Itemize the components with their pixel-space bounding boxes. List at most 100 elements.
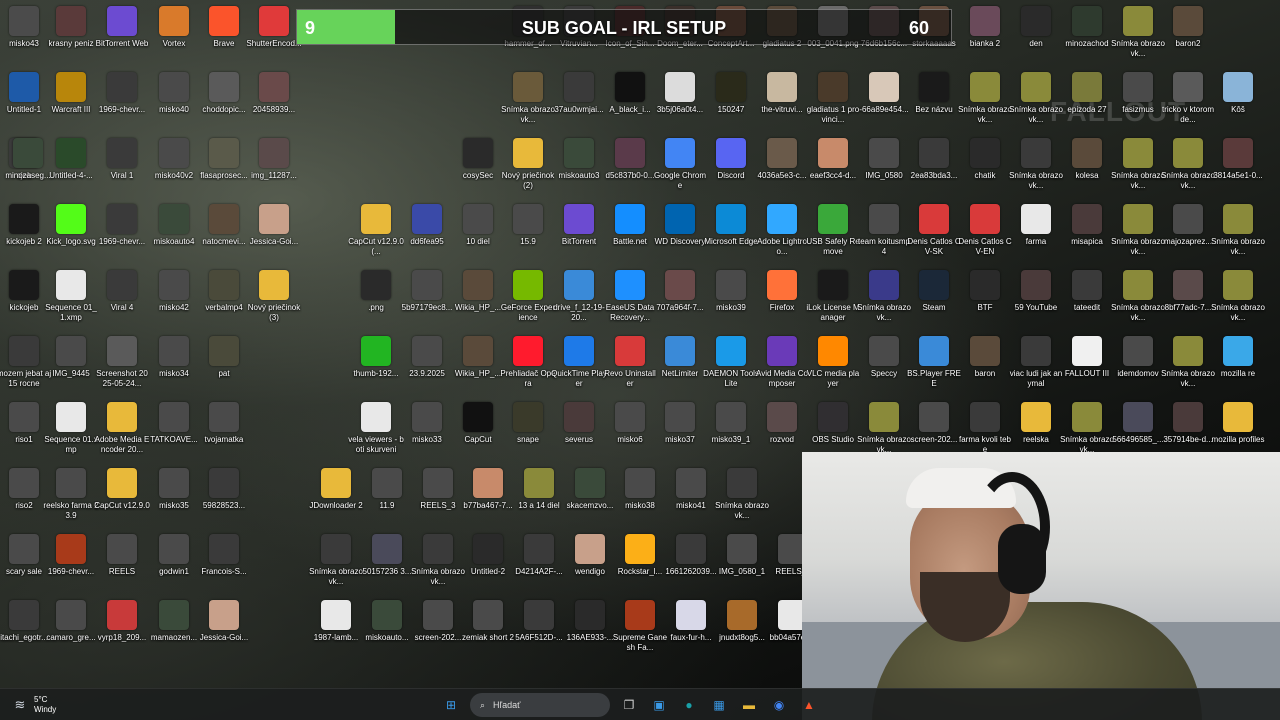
desktop-icon[interactable]: Snímka obrazovk... [856,270,912,323]
desktop-icon[interactable]: epizoda 27 [1059,72,1115,115]
desktop-icon[interactable]: minozaseg... [0,138,56,181]
desktop-icon[interactable]: snape [500,402,556,445]
desktop-icon[interactable]: .png [348,270,404,313]
desktop-icon[interactable]: 59 YouTube [1008,270,1064,313]
desktop-icon[interactable]: 1969-chevr... [43,534,99,577]
desktop-icon[interactable]: 10 diel [450,204,506,247]
desktop-icon[interactable]: Discord [703,138,759,181]
photos-icon[interactable]: ▦ [708,694,730,716]
desktop-icon[interactable]: chatik [957,138,1013,181]
desktop-icon[interactable]: Kick_logo.svg [43,204,99,247]
desktop-icon[interactable]: skacemzvo... [562,468,618,511]
desktop-icon[interactable]: vyrp18_209... [94,600,150,643]
desktop-icon[interactable]: img_11287... [246,138,302,181]
desktop-icon[interactable]: tvojamatka [196,402,252,445]
desktop-icon[interactable]: WD Discovery [652,204,708,247]
desktop-icon[interactable]: Denis Catlos CV-SK [906,204,962,257]
desktop-icon[interactable]: misko35 [146,468,202,511]
desktop-icon[interactable]: Snímka obrazovk... [308,534,364,587]
desktop-icon[interactable]: Nový priečinok (3) [246,270,302,323]
desktop-icon[interactable]: 357914be-d... [1160,402,1216,445]
desktop-icon[interactable]: zemiak short 2 [460,600,516,643]
desktop-icon[interactable]: REELS_3 [410,468,466,511]
desktop-icon[interactable]: flasaprosec... [196,138,252,181]
desktop-icon[interactable]: Snímka obrazovk... [1059,402,1115,455]
desktop-icon[interactable]: viac ludi jak anymal [1008,336,1064,389]
desktop-icon[interactable]: 1661262039... [663,534,719,577]
desktop-icon[interactable]: cosySec [450,138,506,181]
desktop-icon[interactable]: 1969-chevr... [94,72,150,115]
desktop-icon[interactable]: 150247 [703,72,759,115]
desktop-icon[interactable]: godwin1 [146,534,202,577]
desktop-icon[interactable]: b77ba467-7... [460,468,516,511]
desktop-icon[interactable]: Snímka obrazovk... [856,402,912,455]
desktop-icon[interactable]: gladiatus 1 provinci... [805,72,861,125]
desktop-icon[interactable]: screen-202... [906,402,962,445]
desktop-icon[interactable]: miskoauto... [359,600,415,643]
desktop-icon[interactable]: misko38 [612,468,668,511]
desktop-icon[interactable]: Brave [196,6,252,49]
desktop-icon[interactable]: thumb-192... [348,336,404,379]
desktop-icon[interactable]: 20458939... [246,72,302,115]
desktop-icon[interactable]: camaro_gre... [43,600,99,643]
desktop-icon[interactable]: pat [196,336,252,379]
desktop-icon[interactable]: NetLimiter [652,336,708,379]
desktop-icon[interactable]: baron [957,336,1013,379]
desktop-icon[interactable]: Sequence 01.xmp [43,402,99,455]
desktop-icon[interactable]: miskoauto4 [146,204,202,247]
desktop-icon[interactable]: Avid Media Composer [754,336,810,389]
search-box[interactable]: ⌕ Hľadať [470,693,610,717]
desktop-icon[interactable]: Denis Catlos CV-EN [957,204,1013,257]
desktop-icon[interactable]: Firefox [754,270,810,313]
desktop-icon[interactable]: tricko v ktorom de... [1160,72,1216,125]
start-icon[interactable]: ⊞ [440,694,462,716]
desktop-icon[interactable]: 707a964f-7... [652,270,708,313]
desktop-icon[interactable]: misko41 [663,468,719,511]
desktop-icon[interactable]: rozvod [754,402,810,445]
desktop-icon[interactable]: TATKOAVE... [146,402,202,445]
desktop-icon[interactable]: QuickTime Player [551,336,607,389]
desktop-icon[interactable]: BitTorrent [551,204,607,247]
desktop-icon[interactable]: Speccy [856,336,912,379]
desktop-icon[interactable]: 50157236 3... [359,534,415,577]
desktop-icon[interactable]: krasny peniz [43,6,99,49]
desktop-icon[interactable]: farma [1008,204,1064,247]
desktop-icon[interactable]: reelska [1008,402,1064,445]
desktop-icon[interactable]: misapica [1059,204,1115,247]
desktop-icon[interactable]: IMG_0580_1 [714,534,770,577]
desktop-icon[interactable]: REELS [94,534,150,577]
desktop-icon[interactable]: Kôš [1210,72,1266,115]
desktop-icon[interactable]: 1987-lamb... [308,600,364,643]
desktop-icon[interactable]: verbalmp4 [196,270,252,313]
desktop-icon[interactable]: misko40v2 [146,138,202,181]
desktop-icon[interactable]: 8bf77adc-7... [1160,270,1216,313]
desktop-icon[interactable]: Wikia_HP_... [450,336,506,379]
desktop-icon[interactable]: Bez názvu [906,72,962,115]
desktop-icon[interactable]: 3814a5e1-0... [1210,138,1266,181]
chrome-icon[interactable]: ◉ [768,694,790,716]
desktop-icon[interactable]: Snímka obrazovk... [957,72,1013,125]
desktop-icon[interactable]: misko6 [602,402,658,445]
desktop-icon[interactable]: 4036a5e3-c... [754,138,810,181]
desktop-icon[interactable]: Rockstar_l... [612,534,668,577]
desktop-icon[interactable]: misko40 [146,72,202,115]
desktop-icon[interactable]: iLok License Manager [805,270,861,323]
desktop-icon[interactable]: Snímka obrazovk... [1110,270,1166,323]
desktop-icon[interactable]: faux-fur-h... [663,600,719,643]
edge-icon[interactable]: ● [678,694,700,716]
desktop-icon[interactable]: Snímka obrazovk... [1008,138,1064,191]
desktop-icon[interactable]: Warcraft III [43,72,99,115]
desktop-icon[interactable]: choddopic... [196,72,252,115]
desktop-icon[interactable]: Prehliadač Opera [500,336,556,389]
desktop-icon[interactable]: BitTorrent Web [94,6,150,49]
desktop-icon[interactable]: dd6fea95 [399,204,455,247]
desktop-icon[interactable]: minozachod [1059,6,1115,49]
desktop-icon[interactable]: 13 a 14 diel [511,468,567,511]
desktop-icon[interactable]: miskoauto3 [551,138,607,181]
desktop-icon[interactable]: 11.9 [359,468,415,511]
desktop-icon[interactable]: Adobe Lightroo... [754,204,810,257]
desktop-icon[interactable]: Snímka obrazovk... [1160,336,1216,389]
desktop-icon[interactable]: tateedit [1059,270,1115,313]
desktop-icon[interactable]: 37au0wmjai... [551,72,607,115]
desktop-icon[interactable]: 59828523... [196,468,252,511]
